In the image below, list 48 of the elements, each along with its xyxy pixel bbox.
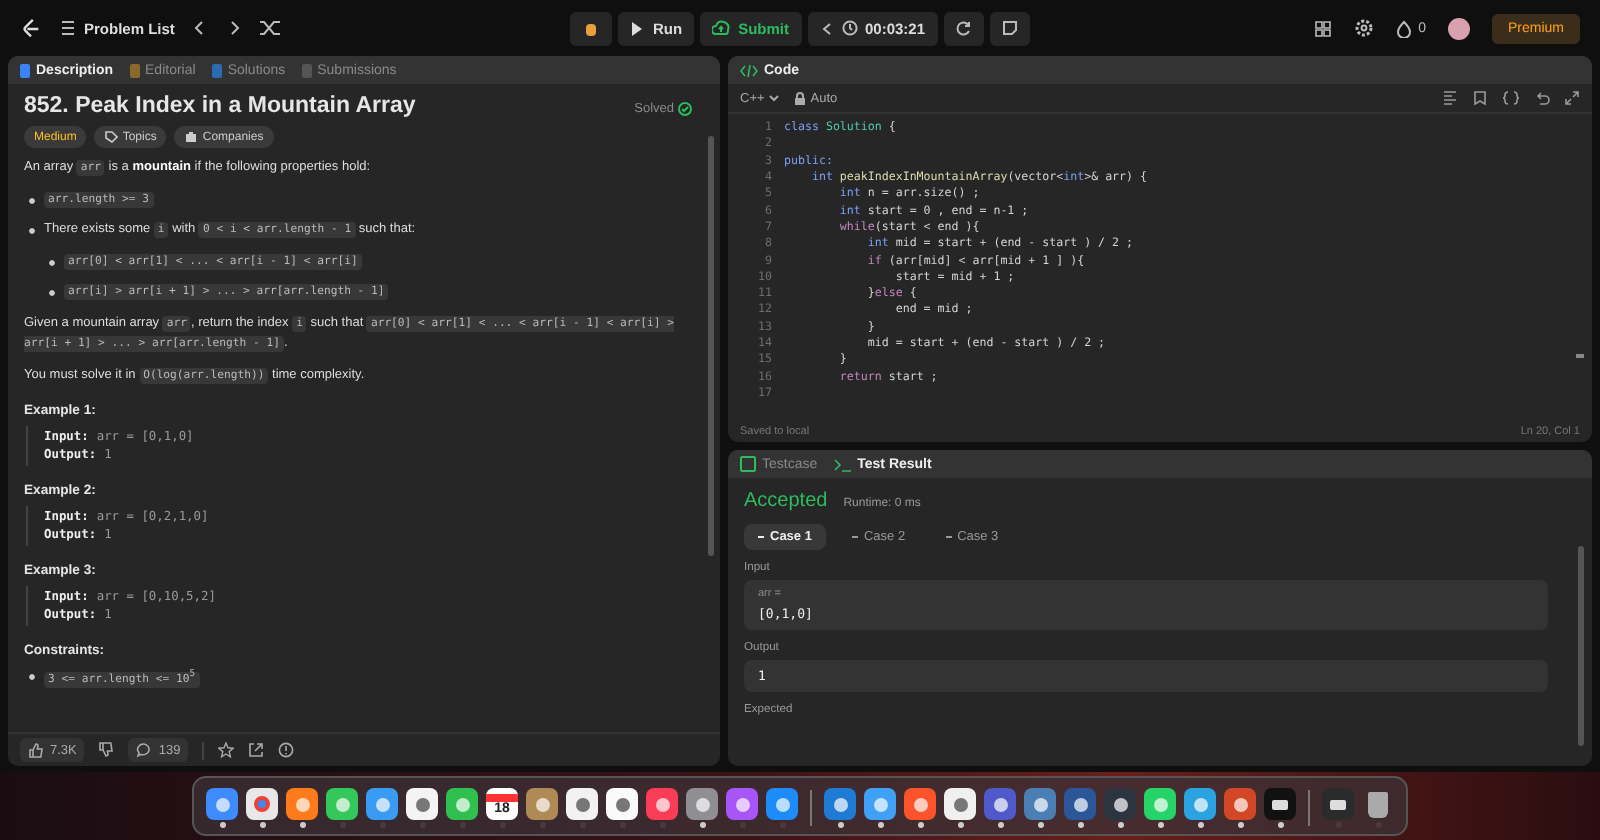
thumbs-up-icon xyxy=(28,742,44,758)
grid-icon[interactable] xyxy=(1314,19,1333,37)
expand-icon[interactable] xyxy=(1564,90,1580,106)
check-circle-icon xyxy=(678,101,692,115)
shuffle-icon[interactable] xyxy=(260,20,281,36)
verdict-text: Accepted xyxy=(744,490,828,512)
scrollbar[interactable] xyxy=(708,136,714,556)
chevron-left-icon[interactable] xyxy=(192,20,209,36)
help-icon[interactable] xyxy=(278,742,295,758)
dash-icon xyxy=(851,536,858,538)
share-icon[interactable] xyxy=(248,742,265,758)
reset-button[interactable] xyxy=(943,11,984,45)
chevron-down-icon xyxy=(768,92,781,104)
note-button[interactable] xyxy=(989,11,1030,45)
scrollbar[interactable] xyxy=(1576,354,1584,357)
braces-icon[interactable] xyxy=(1502,90,1520,106)
debug-button[interactable] xyxy=(570,11,613,45)
checkbox-icon xyxy=(740,456,756,472)
briefcase-icon xyxy=(184,130,199,144)
cloud-upload-icon xyxy=(712,20,731,36)
dash-icon xyxy=(758,536,764,538)
chevron-right-icon[interactable] xyxy=(226,20,243,36)
star-icon[interactable] xyxy=(218,742,235,758)
chevron-left-icon xyxy=(819,21,833,35)
format-icon[interactable] xyxy=(1442,90,1458,106)
tab-icon xyxy=(211,63,222,77)
trash-icon[interactable] xyxy=(1362,788,1394,820)
logo-icon[interactable] xyxy=(20,17,42,39)
tag-icon xyxy=(104,130,119,144)
settings-icon[interactable] xyxy=(1354,18,1375,38)
code-icon xyxy=(740,63,758,77)
avatar-circle[interactable] xyxy=(1448,17,1470,39)
lock-icon xyxy=(794,91,807,105)
undo-icon[interactable] xyxy=(1534,90,1550,106)
chrome-icon[interactable] xyxy=(246,788,278,820)
tab-icon xyxy=(20,63,30,77)
scrollbar[interactable] xyxy=(1578,546,1584,746)
bookmark-icon[interactable] xyxy=(1472,90,1488,106)
tab-icon xyxy=(301,63,312,77)
flame-icon xyxy=(1396,19,1413,37)
problem-title: 852. Peak Index in a Mountain Array xyxy=(24,94,416,118)
terminal-icon xyxy=(833,457,852,471)
play-icon xyxy=(630,21,645,35)
dislike-icon[interactable] xyxy=(98,742,115,758)
comment-icon xyxy=(136,742,153,758)
tab-icon xyxy=(129,63,140,77)
dash-icon xyxy=(945,536,952,538)
reset-icon xyxy=(955,20,972,36)
